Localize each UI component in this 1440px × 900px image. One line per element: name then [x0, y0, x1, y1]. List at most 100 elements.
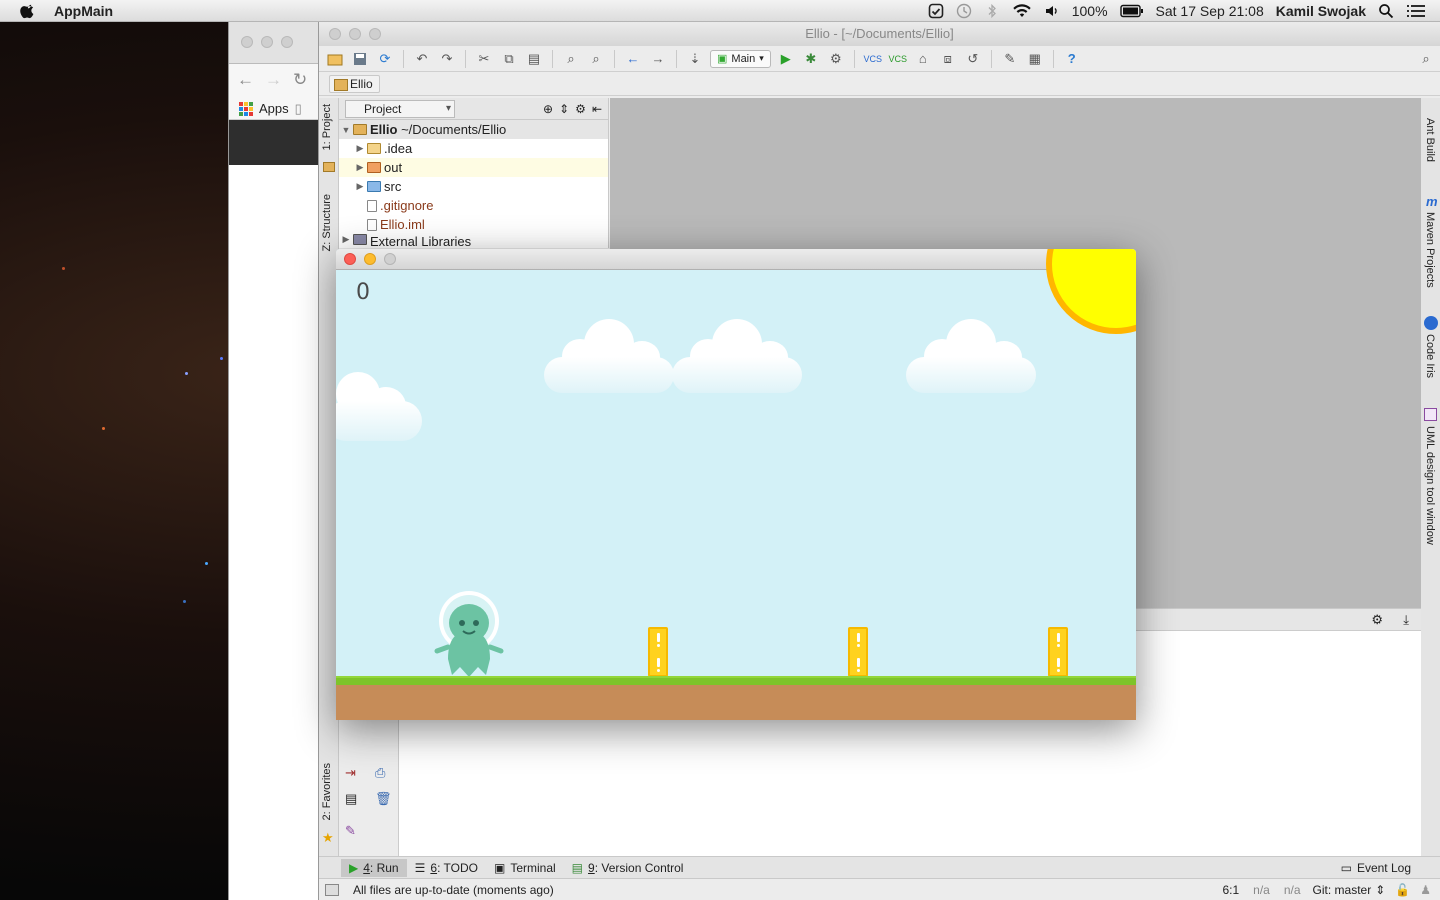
panel-settings-icon[interactable]: ⚙ [575, 102, 586, 116]
locate-icon[interactable]: ⊕ [543, 102, 553, 116]
tool-tab-ant-build[interactable]: Ant Build [1424, 118, 1436, 162]
apple-icon[interactable] [18, 2, 38, 20]
tab-terminal[interactable]: ▣ Terminal [486, 859, 564, 877]
open-folder-icon[interactable] [325, 49, 345, 69]
layout-icon[interactable]: ▤ [345, 791, 361, 806]
settings-icon[interactable]: ✎ [1000, 49, 1020, 69]
volume-icon[interactable] [1044, 3, 1060, 19]
revert-icon[interactable]: ↺ [963, 49, 983, 69]
run-settings-icon[interactable]: ⚙ [1371, 612, 1383, 628]
vcs-commit-icon[interactable]: VCS [888, 49, 908, 69]
tree-item[interactable]: ▶ .idea [339, 139, 608, 158]
browser-minimize-button[interactable] [261, 36, 273, 48]
bookmark-apps[interactable]: Apps [259, 101, 289, 116]
active-app-name[interactable]: AppMain [54, 3, 113, 19]
git-branch[interactable]: Git: master [1313, 883, 1372, 897]
sync-icon[interactable]: ⟳ [375, 49, 395, 69]
coverage-icon[interactable]: ⚙ [826, 49, 846, 69]
menu-clock[interactable]: Sat 17 Sep 21:08 [1156, 3, 1264, 19]
search-everywhere-icon[interactable]: ⌕ [1416, 49, 1436, 69]
run-configuration-selector[interactable]: ▣ Main ▾ [710, 49, 771, 68]
exit-icon[interactable]: ⇥ [345, 765, 361, 780]
battery-icon[interactable] [1119, 3, 1144, 19]
tree-item[interactable]: ▶ out [339, 158, 608, 177]
tool-tab-project[interactable]: 1: Project [321, 104, 333, 150]
tab-event-log[interactable]: ▭ Event Log [1333, 859, 1419, 877]
game-zoom-button[interactable] [384, 253, 396, 265]
run-icon[interactable]: ▶ [776, 49, 796, 69]
game-minimize-button[interactable] [364, 253, 376, 265]
tool-tab-structure[interactable]: Z: Structure [321, 194, 333, 251]
time-machine-icon[interactable] [956, 3, 972, 19]
save-icon[interactable] [350, 49, 370, 69]
help-icon[interactable]: ? [1062, 49, 1082, 69]
debug-icon[interactable]: ✱ [801, 49, 821, 69]
collapsed-arrow-icon[interactable]: ▶ [353, 181, 367, 192]
ide-zoom-button[interactable] [369, 28, 381, 40]
paste-icon[interactable]: ▤ [524, 49, 544, 69]
copy-icon[interactable]: ⧉ [499, 49, 519, 69]
tree-item[interactable]: ▶ External Libraries [339, 234, 608, 246]
reload-icon[interactable]: ↻ [293, 70, 307, 90]
browser-zoom-button[interactable] [281, 36, 293, 48]
forward-arrow-icon[interactable]: → [265, 70, 282, 90]
apps-grid-icon[interactable] [239, 101, 253, 116]
game-close-button[interactable] [344, 253, 356, 265]
encoding[interactable]: n/a [1284, 883, 1301, 897]
tree-item[interactable]: ▶ src [339, 177, 608, 196]
breadcrumb[interactable]: Ellio [329, 74, 380, 93]
tab-run[interactable]: ▶ 4: Run [341, 858, 407, 877]
browser-close-button[interactable] [241, 36, 253, 48]
tree-item[interactable]: Ellio.iml [339, 215, 608, 234]
project-structure-icon[interactable]: ▦ [1025, 49, 1045, 69]
tool-tab-uml[interactable]: UML design tool window [1424, 426, 1436, 545]
undo-icon[interactable]: ↶ [412, 49, 432, 69]
wifi-icon[interactable] [1012, 3, 1032, 19]
tree-root[interactable]: ▼ Ellio ~/Documents/Ellio [339, 120, 608, 139]
ide-minimize-button[interactable] [349, 28, 361, 40]
tree-item[interactable]: .gitignore [339, 196, 608, 215]
pin-icon[interactable]: ✎ [345, 823, 361, 838]
line-separator[interactable]: n/a [1253, 883, 1270, 897]
build-icon[interactable]: ⇣ [685, 49, 705, 69]
vcs-history-icon[interactable]: ⌂ [913, 49, 933, 69]
tab-version-control[interactable]: ▤ 9: Version Control [564, 859, 692, 877]
project-view-selector[interactable]: Project [345, 99, 455, 118]
hide-icon[interactable]: ⤓ [1403, 612, 1409, 628]
lock-icon[interactable]: 🔓 [1395, 883, 1410, 897]
tool-tab-code-iris[interactable]: Code Iris [1424, 334, 1436, 378]
collapsed-arrow-icon[interactable]: ▶ [353, 162, 367, 173]
clear-trash-icon[interactable]: 🗑 [375, 791, 392, 806]
forward-nav-icon[interactable]: → [648, 49, 668, 69]
collapsed-arrow-icon[interactable]: ▶ [353, 143, 367, 154]
print-icon[interactable]: ⎙ [375, 765, 391, 780]
bluetooth-icon[interactable] [984, 3, 1000, 19]
toggle-tool-windows-icon[interactable] [325, 883, 339, 896]
vcs-compare-icon[interactable]: ⧈ [938, 49, 958, 69]
inspector-icon[interactable]: ♟ [1420, 883, 1431, 897]
game-window[interactable]: 0 [336, 249, 1136, 720]
expanded-arrow-icon[interactable]: ▼ [339, 125, 353, 135]
user-name[interactable]: Kamil Swojak [1276, 3, 1366, 19]
find-icon[interactable]: ⌕ [561, 49, 581, 69]
back-arrow-icon[interactable]: ← [237, 70, 254, 90]
hide-panel-icon[interactable]: ⇤ [592, 102, 602, 116]
tab-todo[interactable]: ☰ 6: TODO [407, 859, 486, 877]
notification-center-icon[interactable] [1406, 3, 1426, 19]
vcs-update-icon[interactable]: VCS [863, 49, 883, 69]
checkmark-circle-icon[interactable] [928, 3, 944, 19]
caret-position[interactable]: 6:1 [1222, 883, 1239, 897]
page-icon[interactable]: ▯ [295, 101, 302, 117]
spotlight-search-icon[interactable] [1378, 3, 1394, 19]
collapse-all-icon[interactable]: ⇕ [559, 102, 569, 116]
tool-tab-maven[interactable]: Maven Projects [1424, 212, 1436, 288]
ide-close-button[interactable] [329, 28, 341, 40]
cut-icon[interactable]: ✂ [474, 49, 494, 69]
replace-icon[interactable]: ⌕ [586, 49, 606, 69]
redo-icon[interactable]: ↷ [437, 49, 457, 69]
sun [1046, 249, 1136, 334]
back-nav-icon[interactable]: ← [623, 49, 643, 69]
collapsed-arrow-icon[interactable]: ▶ [339, 234, 353, 245]
tool-tab-favorites[interactable]: 2: Favorites [321, 763, 333, 820]
menu-bar: AppMain 100% Sat 17 Sep 21:08 Kamil Swoj… [0, 0, 1440, 22]
